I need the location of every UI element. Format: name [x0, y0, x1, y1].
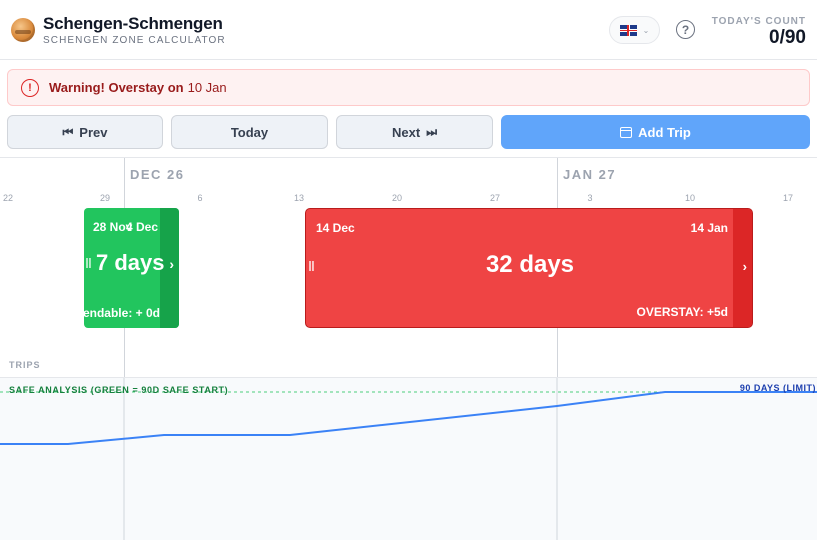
chevron-down-icon: ⌄: [642, 25, 650, 35]
add-trip-label: Add Trip: [638, 124, 691, 140]
drag-grip-icon[interactable]: ‖: [85, 255, 92, 271]
language-selector[interactable]: ⌄: [609, 16, 660, 44]
month-label: DEC 26: [130, 167, 185, 182]
analysis-chart: [0, 378, 817, 540]
skip-back-icon: ⏮: [62, 124, 74, 139]
day-count-line: [0, 391, 817, 445]
prev-button[interactable]: ⏮ Prev: [7, 115, 163, 149]
logo-icon: [11, 18, 35, 42]
add-trip-button[interactable]: Add Trip: [501, 115, 810, 149]
timeline[interactable]: DEC 26 JAN 27 22 29 6 13 20 27 3 10 17 2…: [0, 157, 817, 540]
todays-count-label: TODAY'S COUNT: [711, 16, 806, 27]
todays-count-value: 0/90: [769, 27, 806, 48]
trip-card[interactable]: 28 Nov 4 Dec ‖ 7 days › Extendable: + 0d: [84, 208, 179, 328]
header: Schengen-Schmengen SCHENGEN ZONE CALCULA…: [0, 0, 817, 60]
skip-forward-icon: ⏭: [426, 124, 437, 139]
week-label: 10: [684, 193, 696, 203]
overstay-warning: ! Warning! Overstay on 10 Jan: [7, 69, 810, 106]
limit-label: 90 DAYS (LIMIT): [739, 383, 816, 393]
next-label: Next: [392, 124, 421, 140]
trip-footer-clip: Extendable: + 0d: [84, 304, 160, 320]
week-label: 17: [782, 193, 794, 203]
week-label: 29: [99, 193, 111, 203]
week-label: 3: [587, 193, 593, 203]
trip-end-date: 4 Dec: [126, 220, 159, 234]
calendar-icon: [620, 126, 633, 138]
trip-duration: 32 days: [485, 251, 575, 278]
alert-circle-icon: !: [21, 78, 39, 97]
trips-section-label: TRIPS: [9, 360, 41, 370]
safe-analysis-label: SAFE ANALYSIS (GREEN = 90D SAFE START): [9, 385, 229, 395]
flag-uk-icon: [619, 24, 637, 36]
today-button[interactable]: Today: [171, 115, 328, 149]
chevron-right-icon[interactable]: ›: [169, 256, 174, 272]
trip-start-date: 14 Dec: [316, 221, 355, 235]
today-label: Today: [230, 124, 269, 140]
app-subtitle: SCHENGEN ZONE CALCULATOR: [43, 35, 226, 46]
trip-end-date: 14 Jan: [690, 221, 728, 235]
warning-text: Warning! Overstay on: [49, 80, 184, 95]
safe-analysis-panel: SAFE ANALYSIS (GREEN = 90D SAFE START) 9…: [0, 377, 817, 540]
week-label: 13: [293, 193, 305, 203]
next-button[interactable]: Next ⏭: [336, 115, 493, 149]
trip-overstay: OVERSTAY: +5d: [636, 305, 728, 319]
trip-card[interactable]: 14 Dec 14 Jan ‖ 32 days › OVERSTAY: +5d: [305, 208, 753, 328]
trip-duration: 7 days: [96, 250, 165, 275]
warning-date: 10 Jan: [187, 80, 227, 95]
prev-label: Prev: [79, 124, 108, 140]
month-label: JAN 27: [563, 167, 617, 182]
app-root: Schengen-Schmengen SCHENGEN ZONE CALCULA…: [0, 0, 817, 540]
week-label: 20: [391, 193, 403, 203]
week-label: 6: [197, 193, 203, 203]
trip-extendable: Extendable: + 0d: [84, 306, 160, 320]
week-label: 27: [489, 193, 501, 203]
help-icon[interactable]: ?: [676, 20, 695, 39]
app-title: Schengen-Schmengen: [43, 14, 223, 33]
chevron-right-icon[interactable]: ›: [743, 259, 747, 274]
week-label: 22: [2, 193, 14, 203]
